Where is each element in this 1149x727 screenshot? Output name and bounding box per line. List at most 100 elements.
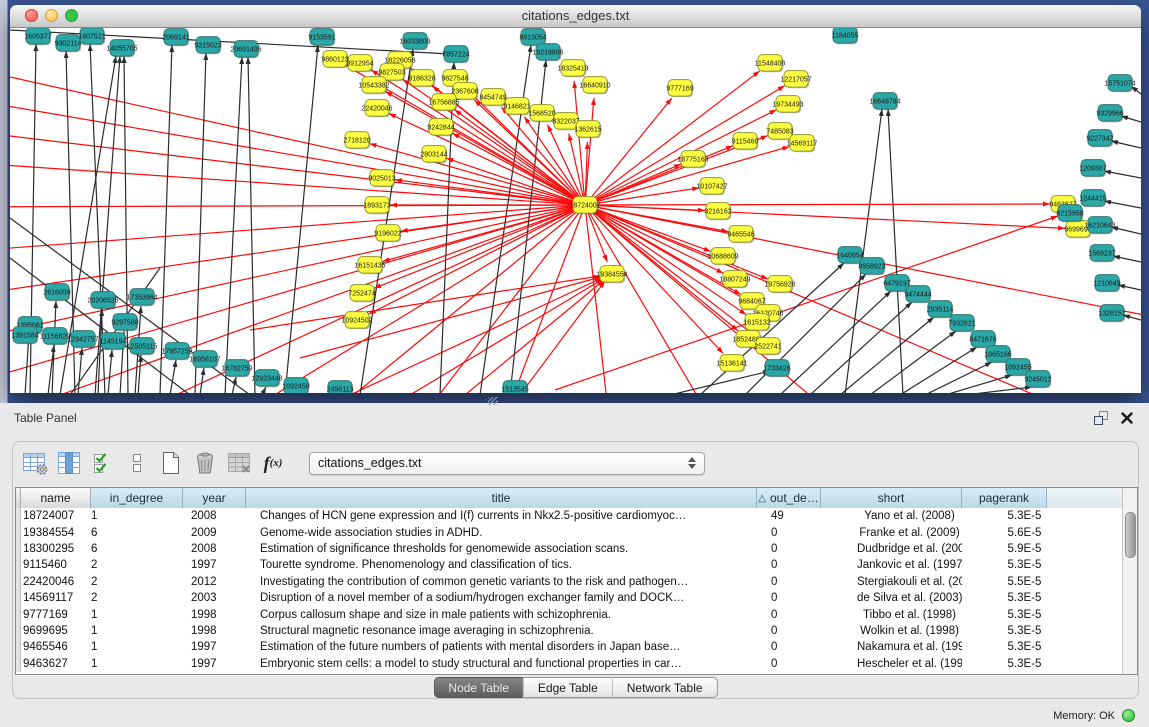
table-row[interactable]: 977716911998Corpus callosum shape and si… — [16, 606, 1137, 622]
svg-text:9196022: 9196022 — [374, 230, 401, 237]
column-header-title[interactable]: title — [246, 488, 757, 508]
cell-title: Corpus callosum shape and size in male p… — [246, 609, 757, 621]
cell-short: Jankovic et al. (1997) — [821, 559, 962, 571]
function-builder-icon[interactable]: f(x) — [259, 450, 287, 477]
column-header-pagerank[interactable]: pagerank — [962, 488, 1047, 508]
cell-in-degree: 2 — [91, 559, 183, 571]
svg-text:19756928: 19756928 — [764, 281, 795, 288]
svg-text:20691406: 20691406 — [230, 46, 261, 53]
svg-text:2367608: 2367608 — [451, 88, 478, 95]
svg-text:16756885: 16756885 — [428, 99, 459, 106]
tab-node-table[interactable]: Node Table — [433, 677, 523, 698]
column-header-out-de-[interactable]: △out_de… — [757, 488, 821, 508]
cell-name: 9115460 — [21, 559, 91, 571]
svg-text:8454749: 8454749 — [479, 94, 506, 101]
table-row[interactable]: 2242004622012Investigating the contribut… — [16, 574, 1137, 590]
cell-year: 1998 — [183, 625, 246, 637]
svg-text:15751074: 15751074 — [1104, 80, 1135, 87]
cell-out-de-: 0 — [757, 641, 821, 653]
cell-name: 9463627 — [21, 658, 91, 670]
svg-text:3216162: 3216162 — [704, 208, 731, 215]
cell-short: Wolkin et al. (1998) — [821, 625, 962, 637]
cell-short: Tibbo et al. (1998) — [821, 609, 962, 621]
svg-text:9297588: 9297588 — [111, 319, 138, 326]
svg-text:18775163: 18775163 — [677, 156, 708, 163]
unselect-all-columns-icon[interactable] — [123, 450, 151, 477]
table-row[interactable]: 1456911722003Disruption of a novel membe… — [16, 590, 1137, 606]
svg-text:1362615: 1362615 — [574, 126, 601, 133]
svg-text:9860123: 9860123 — [321, 56, 348, 63]
cell-title: Disruption of a novel member of a sodium… — [246, 592, 757, 604]
svg-text:9827503: 9827503 — [378, 69, 405, 76]
cell-title: Estimation of significance thresholds fo… — [246, 543, 757, 555]
cell-short: Nakamura et al. (1997) — [821, 641, 962, 653]
table-browser: f(x) citations_edges.txt namein_degreeye… — [12, 441, 1139, 699]
svg-text:2522741: 2522741 — [754, 343, 781, 350]
cell-out-de-: 0 — [757, 625, 821, 637]
cell-pagerank: 5.5E-5 — [962, 576, 1047, 588]
close-panel-icon[interactable] — [1120, 410, 1134, 425]
svg-text:9245012: 9245012 — [1024, 376, 1051, 383]
svg-text:19734493: 19734493 — [772, 101, 803, 108]
svg-text:6479197: 6479197 — [883, 280, 910, 287]
scrollbar-thumb[interactable] — [1125, 512, 1136, 558]
new-column-icon[interactable] — [157, 450, 185, 477]
table-row[interactable]: 1830029562008Estimation of significance … — [16, 541, 1137, 557]
table-row[interactable]: 946362711997Embryonic stem cells: a mode… — [16, 656, 1137, 672]
cell-pagerank: 5.3E-5 — [962, 559, 1047, 571]
delete-columns-icon[interactable] — [191, 450, 219, 477]
table-mode-icon[interactable] — [21, 450, 49, 477]
float-panel-icon[interactable] — [1093, 410, 1109, 426]
cell-out-de-: 0 — [757, 658, 821, 670]
vertical-scrollbar[interactable] — [1122, 488, 1137, 674]
tab-edge-table[interactable]: Edge Table — [523, 677, 612, 698]
cell-year: 2003 — [183, 592, 246, 604]
table-row[interactable]: 946554611997Estimation of the future num… — [16, 639, 1137, 655]
splitter-grip[interactable] — [488, 397, 498, 405]
table-row[interactable]: 911546021997Tourette syndrome. Phenomeno… — [16, 557, 1137, 573]
svg-text:19384554: 19384554 — [596, 271, 627, 278]
svg-text:1326151: 1326151 — [1098, 310, 1125, 317]
memory-label: Memory: OK — [1053, 710, 1115, 722]
cell-out-de-: 49 — [757, 510, 821, 522]
tab-network-table[interactable]: Network Table — [612, 677, 718, 698]
cell-year: 1997 — [183, 559, 246, 571]
svg-text:2616059: 2616059 — [43, 289, 70, 296]
window-titlebar[interactable]: citations_edges.txt — [10, 5, 1141, 28]
svg-text:2496113: 2496113 — [327, 386, 354, 393]
cell-in-degree: 1 — [91, 641, 183, 653]
table-row[interactable]: 1938455462009Genome-wide association stu… — [16, 524, 1137, 540]
table-row[interactable]: 969969511998Structural magnetic resonanc… — [16, 623, 1137, 639]
svg-text:1184055: 1184055 — [832, 32, 859, 39]
table-panel: Table Panel — [0, 403, 1149, 727]
cell-in-degree: 1 — [91, 609, 183, 621]
column-header-name[interactable]: name — [21, 488, 91, 508]
svg-text:9827546: 9827546 — [441, 75, 468, 82]
svg-text:1092455: 1092455 — [1004, 364, 1031, 371]
table-row[interactable]: 1872400712008Changes of HCN gene express… — [16, 508, 1137, 524]
cell-name: 18300295 — [21, 543, 91, 555]
show-columns-icon[interactable] — [55, 450, 83, 477]
network-canvas[interactable]: 1872400789129541822605898601239827503818… — [10, 28, 1141, 393]
table-selector-dropdown[interactable]: citations_edges.txt — [309, 452, 705, 475]
cell-year: 2012 — [183, 576, 246, 588]
column-header-year[interactable]: year — [183, 488, 246, 508]
svg-text:10107427: 10107427 — [696, 183, 727, 190]
cell-short: Hescheler et al. (1997) — [821, 658, 962, 670]
column-header-short[interactable]: short — [821, 488, 962, 508]
svg-text:2803144: 2803144 — [420, 151, 447, 158]
svg-text:1210649: 1210649 — [1093, 280, 1120, 287]
memory-indicator[interactable]: Memory: OK — [1053, 709, 1135, 722]
column-header-in-degree[interactable]: in_degree — [91, 488, 183, 508]
svg-text:18724007: 18724007 — [569, 202, 600, 209]
svg-text:9242844: 9242844 — [427, 124, 454, 131]
svg-text:14569117: 14569117 — [787, 140, 818, 147]
table-header-row: namein_degreeyeartitle△out_de…shortpager… — [16, 488, 1137, 508]
cell-short: Stergiakouli et al. (2012) — [821, 576, 962, 588]
svg-text:16782759: 16782759 — [221, 365, 252, 372]
select-all-columns-icon[interactable] — [89, 450, 117, 477]
svg-text:18325419: 18325419 — [557, 65, 588, 72]
delete-table-icon[interactable] — [225, 450, 253, 477]
svg-text:9474444: 9474444 — [904, 291, 931, 298]
svg-text:1605377: 1605377 — [24, 33, 51, 40]
